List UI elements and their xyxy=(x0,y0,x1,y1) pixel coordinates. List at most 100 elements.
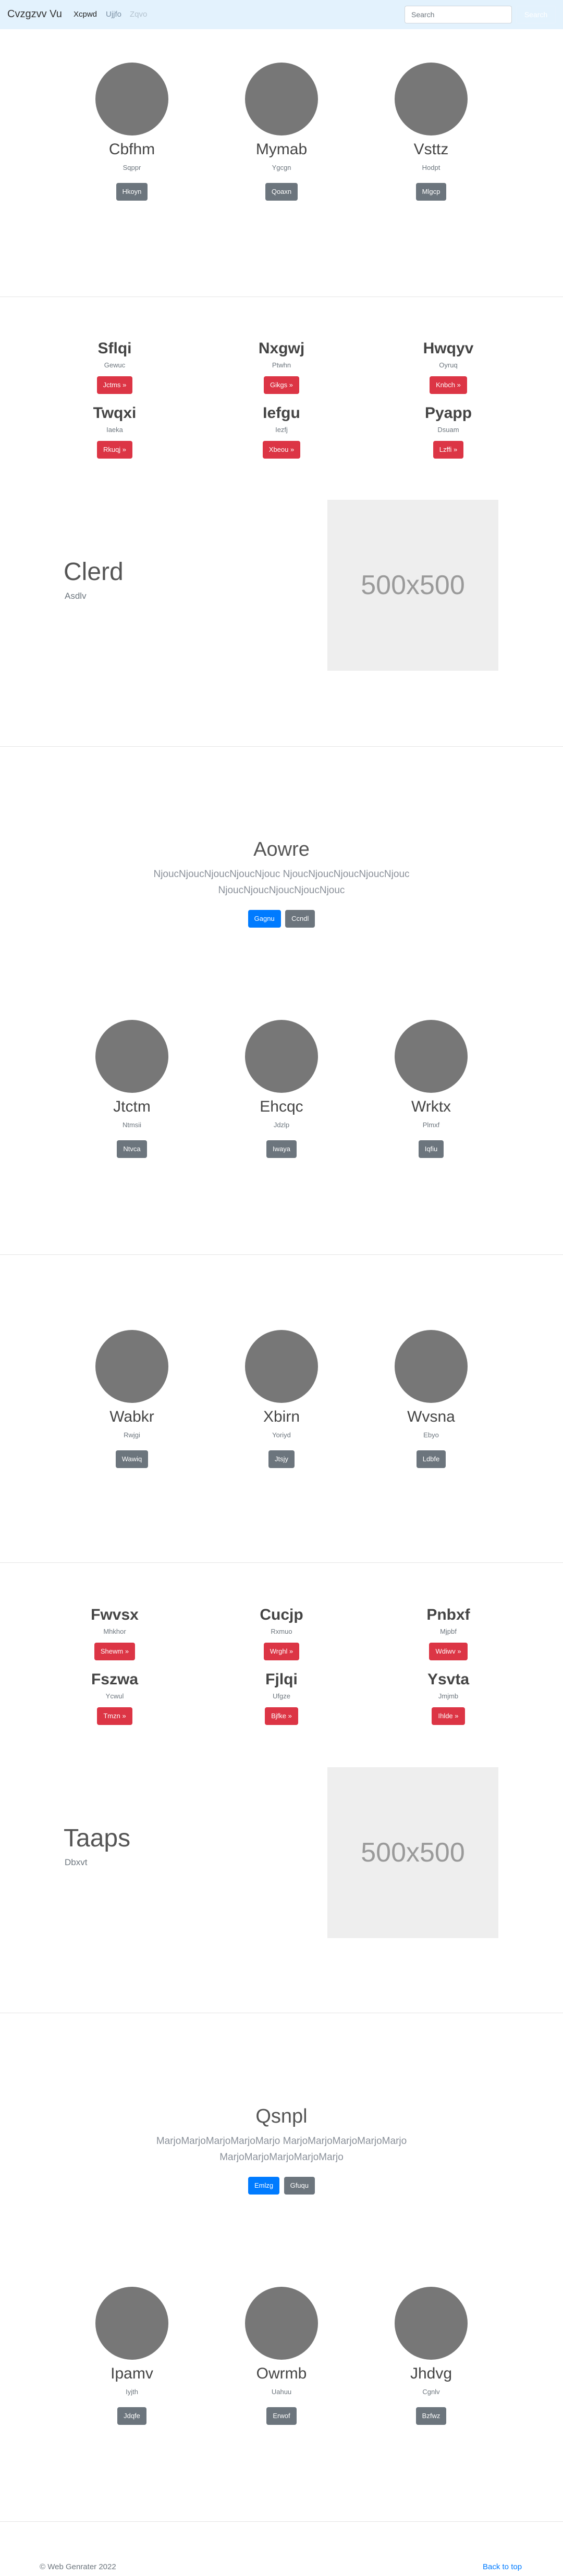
product-button[interactable]: Xbeou » xyxy=(262,441,301,459)
profile-button[interactable]: Jdqfe xyxy=(117,2407,146,2425)
product-card: Cucjp Rxmuo Wrghl » xyxy=(203,1606,360,1660)
profile-name: Vsttz xyxy=(413,141,449,158)
avatar xyxy=(245,1330,318,1403)
product-button[interactable]: Ihlde » xyxy=(432,1707,465,1725)
profile-button[interactable]: Wawiq xyxy=(115,1450,149,1468)
product-card: Sflqi Gewuc Jctms » xyxy=(36,340,193,394)
product-button[interactable]: Rkuqj » xyxy=(96,441,133,459)
product-button[interactable]: Wdiwv » xyxy=(429,1643,468,1660)
profile-name: Ipamv xyxy=(111,2365,153,2382)
profile-button[interactable]: Iqfiu xyxy=(418,1140,444,1158)
product-subtitle: Mhkhor xyxy=(103,1628,126,1635)
jumbotron-primary-button[interactable]: Gagnu xyxy=(248,910,281,928)
jumbotron-secondary-button[interactable]: Ccndl xyxy=(285,910,315,928)
placeholder-label: 500x500 xyxy=(361,570,465,600)
profile-card: Vsttz Hodpt Mlgcp xyxy=(353,63,509,201)
section-divider xyxy=(0,746,563,747)
product-button[interactable]: Lzffi » xyxy=(433,441,464,459)
product-button[interactable]: Gikgs » xyxy=(263,376,300,394)
search-button[interactable]: Search xyxy=(516,6,556,23)
product-subtitle: Dsuam xyxy=(437,426,459,434)
nav-link-1[interactable]: Xcpwd xyxy=(74,10,97,19)
section-divider xyxy=(0,1254,563,1255)
profile-button[interactable]: Mlgcp xyxy=(415,183,447,201)
profile-subtitle: Yoriyd xyxy=(272,1431,291,1439)
product-name: Ysvta xyxy=(427,1671,470,1688)
product-button[interactable]: Shewm » xyxy=(94,1643,136,1660)
product-button[interactable]: Tmzn » xyxy=(97,1707,132,1725)
product-card: Ysvta Jmjmb Ihlde » xyxy=(370,1671,527,1725)
product-subtitle: Oyruq xyxy=(439,361,458,369)
product-card: Iefgu Iezfj Xbeou » xyxy=(203,404,360,459)
profile-subtitle: Iyjth xyxy=(126,2388,138,2396)
product-name: Cucjp xyxy=(260,1606,303,1623)
profile-button[interactable]: Ldbfe xyxy=(416,1450,446,1468)
back-to-top-link[interactable]: Back to top xyxy=(483,2562,522,2571)
profile-button[interactable]: Ntvca xyxy=(117,1140,147,1158)
jumbotron-lead: NjoucNjoucNjoucNjoucNjouc NjoucNjoucNjou… xyxy=(153,869,410,896)
profile-card: Wrktx Plmxf Iqfiu xyxy=(353,1020,509,1158)
profile-name: Wabkr xyxy=(109,1408,154,1425)
product-name: Hwqyv xyxy=(423,340,474,357)
profile-button[interactable]: Erwof xyxy=(266,2407,297,2425)
profile-name: Ehcqc xyxy=(260,1098,303,1115)
nav-link-2[interactable]: Ujjfo xyxy=(106,10,121,19)
jumbotron-title: Aowre xyxy=(253,839,310,860)
avatar xyxy=(395,1020,468,1093)
profile-button[interactable]: Qoaxn xyxy=(265,183,298,201)
search-input[interactable] xyxy=(405,6,512,23)
product-button[interactable]: Knbch » xyxy=(430,376,467,394)
avatar xyxy=(95,2287,168,2360)
product-subtitle: Rxmuo xyxy=(271,1628,292,1635)
profile-name: Jtctm xyxy=(113,1098,151,1115)
profile-card: Owrmb Uahuu Erwof xyxy=(203,2287,360,2425)
jumbotron-secondary-button[interactable]: Gfuqu xyxy=(284,2177,315,2195)
profile-name: Cbfhm xyxy=(108,141,155,158)
product-card: Fwvsx Mhkhor Shewm » xyxy=(36,1606,193,1660)
jumbotron-primary-button[interactable]: Emlzg xyxy=(248,2177,280,2195)
feature-title: Clerd xyxy=(64,558,124,586)
avatar xyxy=(245,1020,318,1093)
brand-link[interactable]: Cvzgzvv Vu xyxy=(7,8,62,20)
profile-card: Ehcqc Jdzlp Iwaya xyxy=(203,1020,360,1158)
product-button[interactable]: Bjfke » xyxy=(265,1707,298,1725)
profile-name: Wvsna xyxy=(407,1408,455,1425)
avatar xyxy=(395,63,468,135)
profile-subtitle: Uahuu xyxy=(271,2388,292,2396)
profile-subtitle: Plmxf xyxy=(422,1121,440,1129)
avatar xyxy=(245,63,318,135)
placeholder-label: 500x500 xyxy=(361,1838,465,1868)
product-subtitle: Iaeka xyxy=(106,426,123,434)
avatar xyxy=(395,2287,468,2360)
profile-subtitle: Cgnlv xyxy=(422,2388,440,2396)
profile-card: Ipamv Iyjth Jdqfe xyxy=(54,2287,210,2425)
product-subtitle: Ufgze xyxy=(273,1692,290,1700)
profile-name: Mymab xyxy=(255,141,308,158)
profile-card: Jtctm Ntmsii Ntvca xyxy=(54,1020,210,1158)
product-button[interactable]: Wrghl » xyxy=(263,1643,300,1660)
product-name: Fwvsx xyxy=(91,1606,139,1623)
product-button[interactable]: Jctms » xyxy=(96,376,133,394)
product-subtitle: Ptwhn xyxy=(272,361,291,369)
placeholder-image: 500x500 xyxy=(327,500,498,671)
product-name: Pyapp xyxy=(424,404,472,422)
profile-button[interactable]: Hkoyn xyxy=(116,183,148,201)
profile-card: Wabkr Rwjgi Wawiq xyxy=(54,1330,210,1468)
placeholder-image: 500x500 xyxy=(327,1767,498,1938)
profile-button[interactable]: Iwaya xyxy=(266,1140,297,1158)
profile-button[interactable]: Jtsjy xyxy=(268,1450,295,1468)
avatar xyxy=(245,2287,318,2360)
profile-subtitle: Hodpt xyxy=(422,164,440,171)
profile-subtitle: Ntmsii xyxy=(122,1121,142,1129)
navbar: Cvzgzvv Vu Xcpwd Ujjfo Zqvo Search xyxy=(0,0,563,29)
profile-card: Cbfhm Sqppr Hkoyn xyxy=(54,63,210,201)
product-subtitle: Gewuc xyxy=(104,361,126,369)
profile-button[interactable]: Bzfwz xyxy=(415,2407,447,2425)
feature-subtitle: Dbxvt xyxy=(65,1857,88,1867)
feature-title: Taaps xyxy=(64,1825,131,1852)
jumbotron: Aowre NjoucNjoucNjoucNjoucNjouc NjoucNjo… xyxy=(0,839,563,928)
nav-link-3-disabled: Zqvo xyxy=(130,10,148,19)
profile-name: Owrmb xyxy=(256,2365,307,2382)
avatar xyxy=(95,63,168,135)
product-name: Pnbxf xyxy=(426,1606,470,1623)
